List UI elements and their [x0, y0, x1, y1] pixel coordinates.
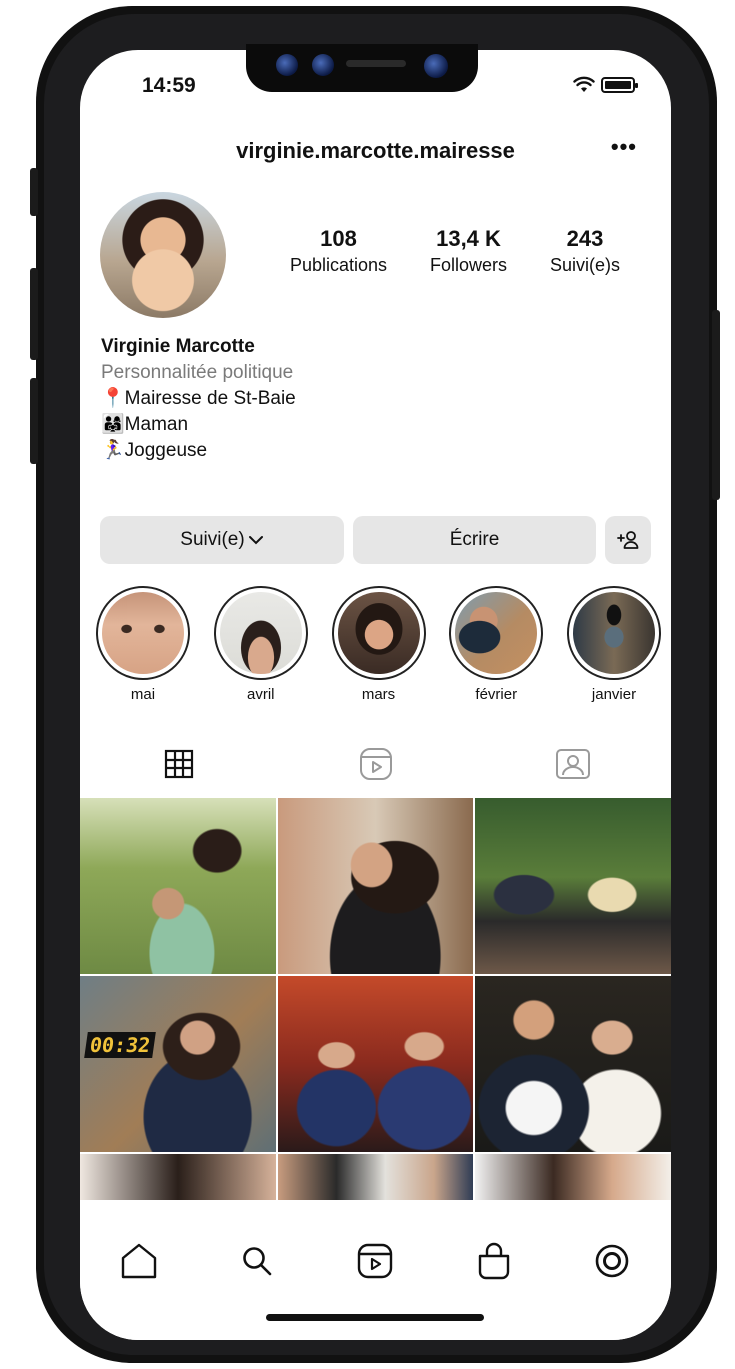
tab-grid[interactable]: [80, 740, 277, 788]
status-time: 14:59: [142, 74, 196, 97]
volume-down-button: [30, 378, 38, 464]
bio-category: Personnalitée politique: [101, 362, 294, 383]
highlight-cover: [219, 592, 302, 674]
highlight-cover: [455, 592, 538, 674]
status-icons: [573, 76, 638, 93]
battery-icon: [601, 76, 638, 93]
posts-grid: 00:32: [80, 798, 671, 1200]
nav-home[interactable]: [114, 1236, 164, 1286]
nav-reels[interactable]: [350, 1236, 400, 1286]
wifi-icon: [573, 76, 595, 92]
notch: [246, 44, 478, 92]
stat-value: 108: [320, 226, 357, 251]
mute-switch: [30, 168, 38, 216]
stat-value: 243: [566, 226, 604, 251]
post-thumbnail[interactable]: [80, 798, 276, 974]
post-thumbnail[interactable]: 00:32: [80, 976, 276, 1152]
highlight-label: mars: [361, 686, 396, 703]
tab-reels[interactable]: [277, 740, 474, 788]
highlight-item[interactable]: février: [449, 586, 544, 703]
post-thumbnail[interactable]: [277, 1154, 474, 1200]
bio-line: 🏃‍♀️Joggeuse: [101, 440, 208, 461]
volume-up-button: [30, 268, 38, 360]
grid-icon: [164, 749, 193, 779]
highlight-label: février: [475, 686, 518, 703]
highlight-label: janvier: [591, 686, 637, 703]
profile-icon: [595, 1244, 629, 1278]
highlight-cover: [102, 592, 184, 674]
profile-tabs: [80, 740, 671, 788]
stat-publications[interactable]: 108 Publications: [290, 226, 387, 276]
stat-label: Suivi(e)s: [549, 255, 620, 275]
highlight-label: mai: [130, 686, 156, 703]
app-screen: 14:59 virginie.marcotte.mairesse ••• 108…: [80, 50, 671, 1340]
profile-username: virginie.marcotte.mairesse: [236, 138, 515, 163]
nav-profile[interactable]: [587, 1236, 637, 1286]
message-button[interactable]: Écrire: [353, 516, 596, 564]
nav-search[interactable]: [232, 1236, 282, 1286]
power-button: [712, 310, 720, 500]
home-indicator[interactable]: [266, 1314, 484, 1321]
nav-shop[interactable]: [469, 1236, 519, 1286]
post-thumbnail[interactable]: [277, 976, 474, 1152]
following-button[interactable]: Suivi(e): [100, 516, 344, 564]
tagged-icon: [555, 749, 590, 779]
bio-line: 👨‍👩‍👧Maman: [101, 414, 189, 435]
bottom-nav: [80, 1222, 671, 1340]
more-options-icon[interactable]: •••: [611, 134, 637, 160]
suggest-users-button[interactable]: [605, 516, 651, 564]
home-icon: [121, 1243, 157, 1279]
highlight-item[interactable]: avril: [213, 586, 308, 703]
shop-icon: [478, 1242, 509, 1280]
story-highlights: mai avril mars février janvier: [96, 586, 671, 703]
post-thumbnail[interactable]: [277, 798, 474, 974]
post-thumbnail[interactable]: [475, 976, 671, 1152]
stat-label: Publications: [290, 255, 388, 275]
post-thumbnail[interactable]: [475, 1154, 671, 1200]
profile-bio: Virginie Marcotte Personnalitée politiqu…: [101, 334, 296, 464]
chevron-down-icon: [248, 536, 263, 545]
highlight-item[interactable]: mai: [96, 586, 190, 703]
reels-icon: [359, 748, 392, 780]
highlight-item[interactable]: janvier: [567, 586, 661, 703]
family-icon: 👨‍👩‍👧: [101, 414, 125, 435]
profile-stats: 108 Publications 13,4 K Followers 243 Su…: [290, 226, 620, 276]
profile-avatar[interactable]: [100, 192, 226, 318]
highlight-cover: [573, 592, 655, 674]
stat-value: 13,4 K: [436, 226, 501, 251]
following-button-label: Suivi(e): [180, 529, 245, 550]
search-icon: [243, 1247, 272, 1276]
stat-followers[interactable]: 13,4 K Followers: [430, 226, 507, 276]
video-timestamp: 00:32: [84, 1032, 157, 1058]
tab-tagged[interactable]: [474, 740, 671, 788]
runner-icon: 🏃‍♀️: [101, 440, 125, 461]
highlight-cover: [337, 592, 420, 674]
post-thumbnail[interactable]: [475, 798, 671, 974]
add-user-icon: [617, 531, 639, 549]
reels-icon: [358, 1243, 393, 1279]
bio-name: Virginie Marcotte: [101, 336, 255, 357]
highlight-item[interactable]: mars: [331, 586, 426, 703]
stat-label: Followers: [430, 255, 508, 275]
stat-following[interactable]: 243 Suivi(e)s: [550, 226, 620, 276]
post-thumbnail[interactable]: [80, 1154, 276, 1200]
highlight-label: avril: [246, 686, 275, 703]
message-button-label: Écrire: [449, 529, 500, 550]
pin-icon: 📍: [101, 388, 125, 409]
bio-line: 📍Mairesse de St-Baie: [101, 388, 296, 409]
